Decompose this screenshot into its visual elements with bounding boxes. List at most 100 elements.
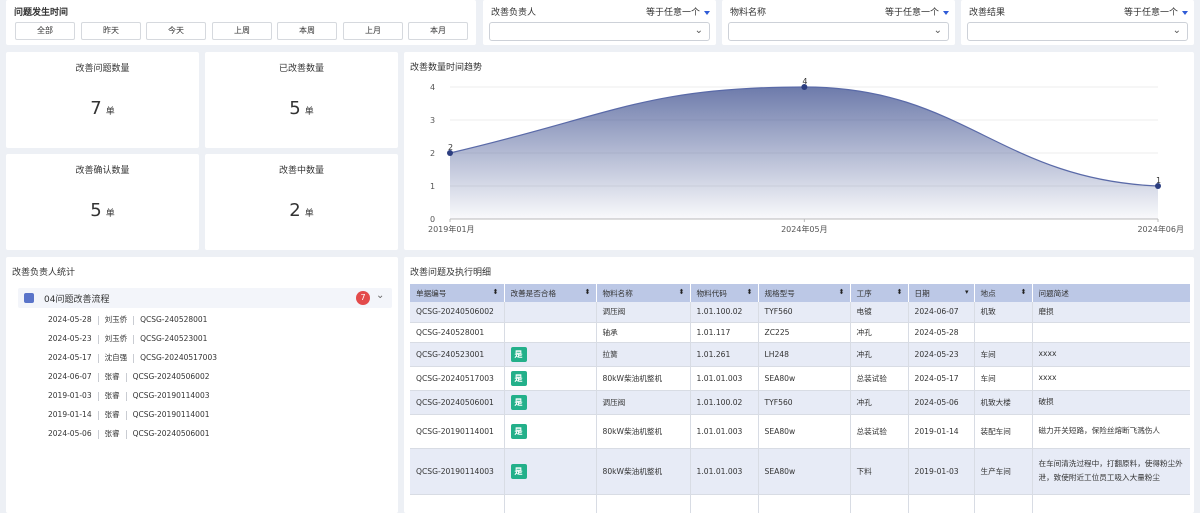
- table-cell: 破损: [1032, 390, 1190, 415]
- table-row[interactable]: QCSG-240528001 轴承 1.01.117 ZC225 冲孔 2024-05-2…: [410, 322, 1190, 343]
- qualified-badge: 是: [510, 346, 527, 362]
- owner-group-row[interactable]: 04问题改善流程 7 ⌄: [18, 288, 392, 308]
- cell-text: 2019-01-03: [914, 466, 959, 476]
- owner-list-item[interactable]: 2019-01-14 张睿 QCSG-20190114001: [48, 409, 210, 420]
- column-header[interactable]: 物料代码 ⬍: [690, 284, 759, 302]
- column-header[interactable]: 地点 ⬍: [974, 284, 1033, 302]
- separator: [125, 429, 127, 439]
- kpi-number: 7: [90, 98, 102, 119]
- owner-filter-select[interactable]: ⌄: [489, 22, 710, 41]
- table-cell: 1.01.117: [690, 322, 759, 343]
- cell-text: 调压阀: [602, 307, 626, 317]
- owner-item-date: 2024-05-28: [48, 315, 92, 324]
- column-header[interactable]: 单据编号 ⬍: [410, 284, 505, 302]
- owner-stats-title: 改善负责人统计: [12, 268, 76, 278]
- table-cell: 2024-05-23: [908, 342, 975, 367]
- table-row[interactable]: QCSG-20240506001 是 调压阀 1.01.100.02 TYF560 冲孔 2…: [410, 390, 1190, 415]
- column-header-label: 物料代码: [696, 288, 727, 298]
- owner-list-item[interactable]: 2019-01-03 张睿 QCSG-20190114003: [48, 390, 210, 401]
- table-cell: 1.01.01.003: [690, 448, 759, 495]
- table-row[interactable]: QCSG-20190114003 是 80kW柴油机整机 1.01.01.003 SEA…: [410, 448, 1190, 495]
- table-row[interactable]: QCSG-20240506002 调压阀 1.01.100.02 TYF560 电镀 20…: [410, 302, 1190, 323]
- sort-icon[interactable]: ⬍: [679, 288, 685, 296]
- date-btn-last-month[interactable]: 上月: [343, 22, 403, 40]
- cell-text: 2024-05-23: [914, 349, 959, 359]
- chevron-down-icon: ⌄: [1172, 25, 1181, 36]
- kpi-title: 改善确认数量: [75, 166, 130, 176]
- date-btn-last-week[interactable]: 上周: [212, 22, 272, 40]
- date-btn-this-month[interactable]: 本月: [408, 22, 468, 40]
- owner-item-code: QCSG-20240506001: [132, 429, 210, 438]
- table-cell: 冲孔: [850, 342, 909, 367]
- separator: [97, 391, 99, 401]
- sort-icon[interactable]: ⬍: [585, 288, 591, 296]
- folder-icon: [24, 293, 34, 303]
- cell-text: 80kW柴油机整机: [602, 426, 663, 436]
- owner-stats-panel: 改善负责人统计 04问题改善流程 7 ⌄ 2024-05-28 刘玉侨 QCSG-2…: [6, 257, 398, 513]
- cell-text: 冲孔: [856, 327, 872, 337]
- date-btn-yesterday[interactable]: 昨天: [81, 22, 141, 40]
- sort-icon[interactable]: ⬍: [747, 288, 753, 296]
- column-header[interactable]: 改善是否合格 ⬍: [504, 284, 597, 302]
- date-btn-all[interactable]: 全部: [15, 22, 75, 40]
- table-cell: [1032, 322, 1190, 343]
- table-cell: 冲孔: [850, 322, 909, 343]
- table-cell: QCSG-20190114003: [410, 448, 505, 495]
- material-filter-panel: 物料名称 等于任意一个 ⌄: [722, 0, 955, 45]
- separator: [97, 353, 99, 363]
- sort-icon[interactable]: ⬍: [897, 288, 903, 296]
- table-cell: 2024-06-07: [908, 302, 975, 323]
- separator: [125, 372, 127, 382]
- table-cell: QCSG-20240506002: [410, 302, 505, 323]
- owner-list-item[interactable]: 2024-05-17 沈自强 QCSG-20240517003: [48, 352, 217, 363]
- table-cell: TYF560: [758, 302, 851, 323]
- sort-icon[interactable]: ⬍: [839, 288, 845, 296]
- table-row: [410, 494, 1190, 513]
- table-row[interactable]: QCSG-20240517003 是 80kW柴油机整机 1.01.01.003 SEA…: [410, 366, 1190, 391]
- table-cell: QCSG-240528001: [410, 322, 505, 343]
- owner-list-item[interactable]: 2024-05-06 张睿 QCSG-20240506001: [48, 428, 210, 439]
- date-btn-this-week[interactable]: 本周: [277, 22, 337, 40]
- table-cell: 1.01.261: [690, 342, 759, 367]
- cell-text: xxxx: [1038, 373, 1057, 382]
- result-filter-panel: 改善结果 等于任意一个 ⌄: [961, 0, 1194, 45]
- chevron-down-icon[interactable]: ⌄: [376, 290, 384, 301]
- sort-icon[interactable]: ⬍: [493, 288, 499, 296]
- table-row[interactable]: QCSG-20190114001 是 80kW柴油机整机 1.01.01.003 SEA…: [410, 414, 1190, 449]
- owner-list-item[interactable]: 2024-05-23 刘玉侨 QCSG-240523001: [48, 333, 207, 344]
- material-filter-operator[interactable]: 等于任意一个: [885, 5, 949, 18]
- table-body: QCSG-20240506002 调压阀 1.01.100.02 TYF560 电镀 20…: [410, 302, 1190, 513]
- table-cell: 2019-01-03: [908, 448, 975, 495]
- cell-text: QCSG-20240517003: [416, 373, 494, 383]
- column-header[interactable]: 日期 ▾: [908, 284, 975, 302]
- detail-table-panel: 改善问题及执行明细 单据编号 ⬍ 改善是否合格 ⬍ 物料名称 ⬍ 物料代码 ⬍ 规格型号 ⬍ 工序 ⬍…: [404, 257, 1194, 513]
- result-filter-select[interactable]: ⌄: [967, 22, 1188, 41]
- column-header[interactable]: 工序 ⬍: [850, 284, 909, 302]
- table-cell: 2019-01-14: [908, 414, 975, 449]
- column-header[interactable]: 问题简述: [1032, 284, 1190, 302]
- kpi-unit: 单: [304, 107, 314, 117]
- table-row[interactable]: QCSG-240523001 是 拉簧 1.01.261 LH248 冲孔 2024-05-…: [410, 342, 1190, 367]
- date-btn-today[interactable]: 今天: [146, 22, 206, 40]
- cell-text: QCSG-20190114001: [416, 426, 494, 436]
- table-cell: [974, 322, 1033, 343]
- qualified-badge: 是: [510, 463, 527, 479]
- sort-desc-icon[interactable]: ▾: [965, 288, 969, 296]
- y-tick-label: 1: [430, 182, 435, 191]
- kpi-card-confirmed: 改善确认数量 5单: [6, 154, 199, 250]
- table-header-row: 单据编号 ⬍ 改善是否合格 ⬍ 物料名称 ⬍ 物料代码 ⬍ 规格型号 ⬍ 工序 ⬍ 日期 ▾ 地点 ⬍ 问题简述: [410, 284, 1190, 302]
- table-cell: [850, 494, 909, 513]
- sort-icon[interactable]: ⬍: [1021, 288, 1027, 296]
- owner-list-item[interactable]: 2024-05-28 刘玉侨 QCSG-240528001: [48, 314, 207, 325]
- chevron-down-icon: ⌄: [694, 25, 703, 36]
- owner-filter-operator[interactable]: 等于任意一个: [646, 5, 710, 18]
- cell-text: 1.01.261: [696, 349, 731, 359]
- material-filter-select[interactable]: ⌄: [728, 22, 949, 41]
- owner-list-item[interactable]: 2024-06-07 张睿 QCSG-20240506002: [48, 371, 210, 382]
- result-filter-operator[interactable]: 等于任意一个: [1124, 5, 1188, 18]
- cell-text: 冲孔: [856, 397, 872, 407]
- separator: [133, 353, 135, 363]
- column-header[interactable]: 物料名称 ⬍: [596, 284, 691, 302]
- cell-text: 机致大楼: [980, 397, 1011, 407]
- column-header[interactable]: 规格型号 ⬍: [758, 284, 851, 302]
